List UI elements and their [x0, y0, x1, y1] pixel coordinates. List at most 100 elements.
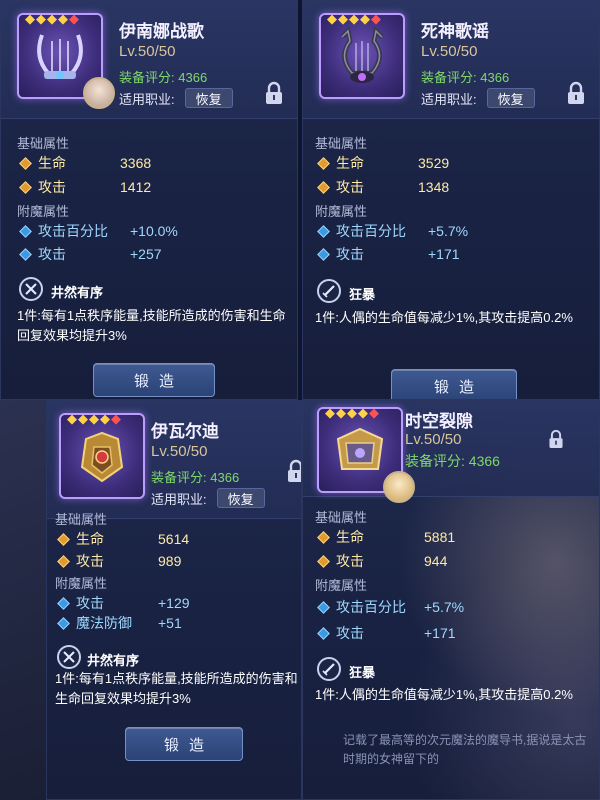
item-name: 时空裂隙 — [405, 412, 473, 431]
panel-header: ◆◆◆◆◆ 伊南娜战歌 Lv.50/50 装备评分: 4366 适用职业: 恢复 — [1, 1, 297, 119]
enchant-attributes-title: 附魔属性 — [17, 204, 70, 219]
panel-header: ◆◆◆◆◆ 时空裂隙 Lv.50/50 装备评分: 4366 — [303, 401, 599, 503]
diamond-icon — [19, 180, 32, 194]
forge-button[interactable]: 锻造 — [93, 363, 215, 397]
lyre-icon — [37, 33, 83, 79]
enchant-stat-row: 攻击百分比 +5.7% — [315, 221, 468, 241]
diamond-icon — [19, 247, 32, 261]
item-icon-frame[interactable]: ◆◆◆◆◆ — [17, 11, 115, 109]
base-attributes-title: 基础属性 — [315, 510, 368, 525]
diamond-icon — [57, 532, 70, 546]
set-bonus-name: 井然有序 — [51, 285, 104, 300]
job-button[interactable]: 恢复 — [216, 488, 265, 508]
character-avatar — [83, 77, 115, 109]
base-stat-row: 攻击 1348 — [315, 177, 449, 197]
base-stat-row: 攻击 989 — [55, 551, 181, 571]
set-bonus-description: 1件:每有1点秩序能量,技能所造成的伤害和生命回复效果均提升3% — [55, 671, 298, 706]
set-bonus-description: 1件:每有1点秩序能量,技能所造成的伤害和生命回复效果均提升3% — [17, 308, 286, 343]
diamond-icon — [317, 156, 330, 170]
enchant-stat-row: 攻击 +257 — [17, 244, 162, 264]
panel-header: ◆◆◆◆◆ 伊瓦尔迪 Lv.50/50 装备评分: 4366 适用职业: 恢复 — [47, 401, 301, 519]
enchant-stat-row: 魔法防御 +51 — [55, 613, 182, 633]
item-name: 伊南娜战歌 — [119, 22, 204, 41]
equipment-score: 装备评分: 4366 — [151, 470, 240, 485]
diamond-icon — [19, 224, 32, 238]
tome-icon — [336, 427, 384, 470]
equipment-score: 装备评分: 4366 — [405, 453, 500, 469]
item-icon-frame[interactable]: ◆◆◆◆◆ — [317, 405, 415, 503]
character-avatar — [383, 471, 415, 503]
equipment-panel-ivaldi: ◆◆◆◆◆ 伊瓦尔迪 Lv.50/50 装备评分: 4366 适用职业: 恢复 基… — [46, 400, 302, 800]
applicable-job: 适用职业: 恢复 — [421, 88, 535, 108]
diamond-icon — [317, 180, 330, 194]
enchant-stat-row: 攻击百分比 +5.7% — [315, 597, 464, 617]
diamond-icon — [19, 156, 32, 170]
crossed-swords-icon — [57, 645, 81, 669]
forge-button[interactable]: 锻造 — [391, 369, 517, 399]
lock-icon[interactable] — [565, 81, 587, 105]
item-name: 死神歌谣 — [421, 22, 489, 41]
dark-lyre-icon — [340, 26, 384, 83]
sword-icon — [317, 657, 341, 681]
rarity-stars: ◆◆◆◆◆ — [67, 411, 122, 426]
equipment-score: 装备评分: 4366 — [421, 70, 510, 85]
base-attributes-title: 基础属性 — [17, 136, 70, 151]
item-lore-text: 记载了最高等的次元魔法的魔导书,据说是太古时期的女神留下的 — [343, 733, 587, 766]
item-icon-frame[interactable]: ◆◆◆◆◆ — [319, 11, 405, 99]
rarity-stars: ◆◆◆◆◆ — [327, 11, 382, 26]
item-level: Lv.50/50 — [405, 431, 462, 448]
equipment-panel-death-ballad: ◆◆◆◆◆ 死神歌谣 Lv.50/50 装备评分: 4366 适用职业: 恢复 基… — [302, 0, 600, 400]
set-bonus-name: 狂暴 — [349, 665, 376, 680]
set-bonus-name: 井然有序 — [87, 653, 140, 668]
set-bonus-name: 狂暴 — [349, 287, 376, 302]
panel-header: ◆◆◆◆◆ 死神歌谣 Lv.50/50 装备评分: 4366 适用职业: 恢复 — [303, 1, 599, 119]
forge-button[interactable]: 锻造 — [125, 727, 243, 761]
enchant-stat-row: 攻击 +171 — [315, 244, 460, 264]
base-stat-row: 生命 5881 — [315, 527, 455, 547]
diamond-icon — [317, 530, 330, 544]
lock-icon[interactable] — [263, 81, 285, 105]
item-name: 伊瓦尔迪 — [151, 422, 219, 441]
applicable-job: 适用职业: 恢复 — [119, 88, 233, 108]
sword-icon — [317, 279, 341, 303]
item-icon-frame[interactable]: ◆◆◆◆◆ — [59, 411, 145, 499]
equipment-panel-spacetime-rift: ◆◆◆◆◆ 时空裂隙 Lv.50/50 装备评分: 4366 基础属性 生命 58… — [302, 400, 600, 800]
lock-icon[interactable] — [285, 459, 302, 483]
lock-icon[interactable] — [547, 429, 565, 449]
golden-relic-icon — [80, 431, 124, 482]
base-attributes-title: 基础属性 — [55, 512, 108, 527]
diamond-icon — [317, 247, 330, 261]
diamond-icon — [57, 596, 70, 610]
enchant-stat-row: 攻击 +129 — [55, 593, 190, 613]
item-level: Lv.50/50 — [151, 443, 208, 460]
item-level: Lv.50/50 — [421, 43, 478, 60]
base-stat-row: 生命 3368 — [17, 153, 151, 173]
item-level: Lv.50/50 — [119, 43, 176, 60]
job-button[interactable]: 恢复 — [486, 88, 535, 108]
set-bonus-description: 1件:人偶的生命值每减少1%,其攻击提高0.2% — [315, 687, 573, 702]
diamond-icon — [317, 224, 330, 238]
enchant-attributes-title: 附魔属性 — [315, 578, 368, 593]
equipment-score: 装备评分: 4366 — [119, 70, 208, 85]
rarity-stars: ◆◆◆◆◆ — [25, 11, 80, 26]
diamond-icon — [317, 554, 330, 568]
rarity-stars: ◆◆◆◆◆ — [325, 405, 380, 420]
diamond-icon — [57, 554, 70, 568]
enchant-attributes-title: 附魔属性 — [55, 576, 108, 591]
enchant-stat-row: 攻击 +171 — [315, 623, 456, 643]
base-stat-row: 生命 3529 — [315, 153, 449, 173]
diamond-icon — [317, 626, 330, 640]
applicable-job: 适用职业: 恢复 — [151, 488, 265, 508]
background-art-left — [0, 400, 46, 800]
enchant-stat-row: 攻击百分比 +10.0% — [17, 221, 178, 241]
diamond-icon — [57, 616, 70, 630]
set-bonus-description: 1件:人偶的生命值每减少1%,其攻击提高0.2% — [315, 310, 573, 325]
base-stat-row: 攻击 1412 — [17, 177, 151, 197]
diamond-icon — [317, 600, 330, 614]
base-attributes-title: 基础属性 — [315, 136, 368, 151]
equipment-panel-inanna: ◆◆◆◆◆ 伊南娜战歌 Lv.50/50 装备评分: 4366 适用职业: 恢复 … — [0, 0, 298, 400]
enchant-attributes-title: 附魔属性 — [315, 204, 368, 219]
base-stat-row: 生命 5614 — [55, 529, 189, 549]
job-button[interactable]: 恢复 — [184, 88, 233, 108]
base-stat-row: 攻击 944 — [315, 551, 447, 571]
